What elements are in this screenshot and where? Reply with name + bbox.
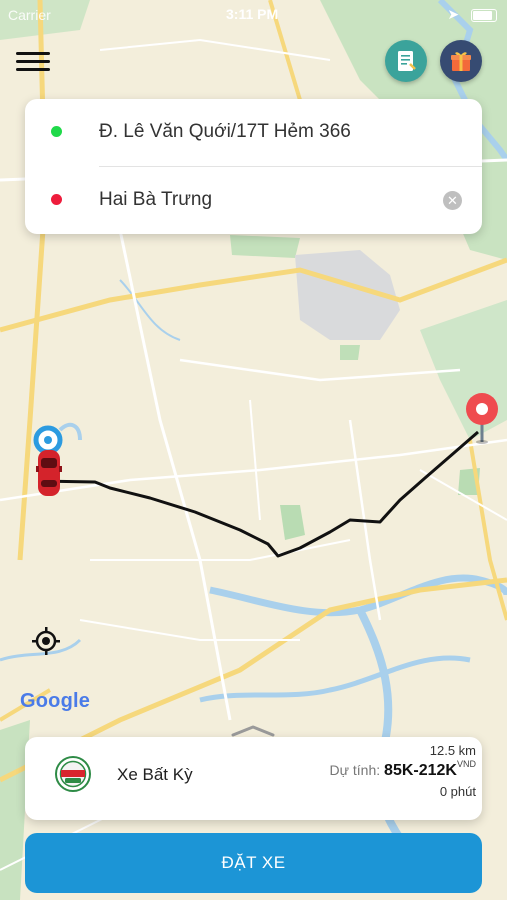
my-location-button[interactable] [31, 626, 61, 656]
clock: 3:11 PM [226, 6, 279, 22]
route-card: Đ. Lê Văn Quới/17T Hẻm 366 Hai Bà Trưng … [25, 99, 482, 234]
vehicle-name: Xe Bất Kỳ [117, 765, 193, 784]
trip-info: 12.5 km Dự tính: 85K-212KVND 0 phút [330, 743, 476, 799]
chevron-up-icon [231, 725, 275, 737]
document-icon [398, 51, 416, 71]
taxi-logo-icon [55, 756, 91, 792]
location-arrow-icon: ➤ [447, 6, 460, 22]
menu-button[interactable] [16, 48, 52, 76]
google-text: Google [20, 690, 91, 712]
sheet-handle[interactable] [230, 724, 276, 738]
vehicle-option-card[interactable]: Xe Bất Kỳ 12.5 km Dự tính: 85K-212KVND 0… [25, 737, 482, 820]
pin-icon [466, 393, 498, 444]
price-range: 85K-212K [384, 762, 457, 779]
promotion-button[interactable] [440, 40, 482, 82]
history-button[interactable] [385, 40, 427, 82]
estimate-label: Dự tính: [329, 762, 381, 778]
origin-text: Đ. Lê Văn Quới/17T Hẻm 366 [99, 121, 351, 142]
battery-icon [471, 8, 497, 22]
clear-icon[interactable]: ✕ [443, 191, 462, 210]
status-icons: ➤ [447, 6, 497, 23]
price-estimate: Dự tính: 85K-212KVND [329, 759, 476, 780]
destination-text: Hai Bà Trưng [99, 189, 213, 210]
status-bar: Carrier 3:11 PM ➤ [0, 0, 507, 28]
destination-dot-icon [51, 194, 62, 205]
gift-icon [451, 52, 471, 71]
carrier-label: Carrier [8, 7, 51, 23]
locate-icon [32, 627, 60, 655]
currency-label: VND [456, 759, 476, 769]
car-marker [33, 425, 63, 496]
trip-duration: 0 phút [439, 784, 476, 799]
origin-dot-icon [51, 126, 62, 137]
hamburger-icon [16, 52, 52, 71]
google-logo: Google [20, 690, 90, 713]
trip-distance: 12.5 km [429, 743, 476, 758]
book-ride-button[interactable]: ĐẶT XE [25, 833, 482, 893]
car-icon [36, 450, 62, 496]
origin-field[interactable]: Đ. Lê Văn Quới/17T Hẻm 366 [25, 99, 482, 165]
destination-field[interactable]: Hai Bà Trưng ✕ [25, 167, 482, 233]
